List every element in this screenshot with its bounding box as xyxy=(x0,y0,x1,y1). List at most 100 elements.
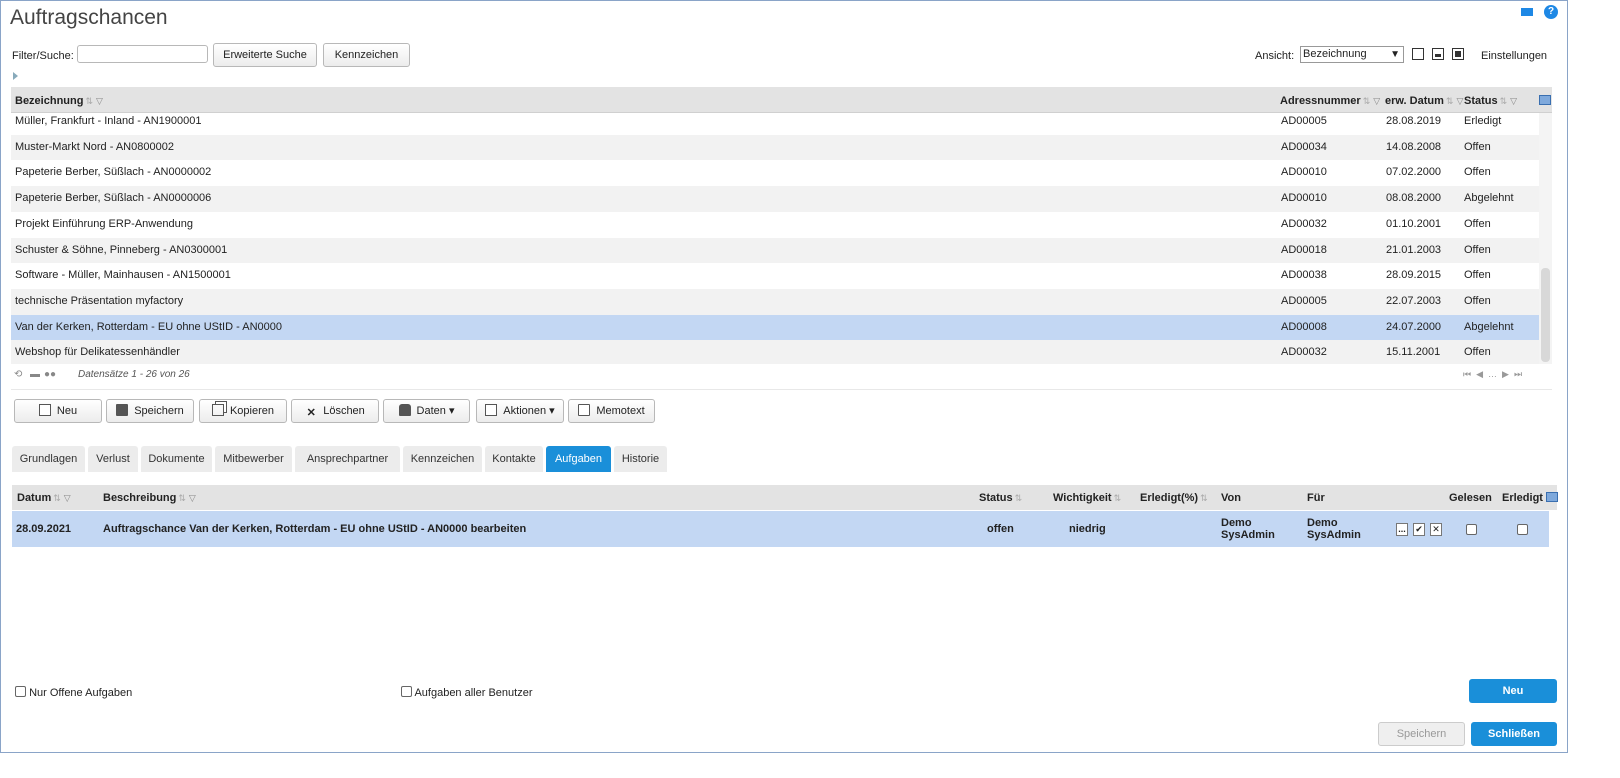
filter-input[interactable] xyxy=(77,45,208,63)
sort-icon[interactable]: ⇅ xyxy=(178,493,186,503)
tab-kontakte[interactable]: Kontakte xyxy=(485,446,543,472)
task-date: 28.09.2021 xyxy=(16,523,72,535)
cell-name: Papeterie Berber, Süßlach - AN0000002 xyxy=(15,166,212,179)
tags-button[interactable]: Kennzeichen xyxy=(323,43,410,67)
only-open-tasks-checkbox[interactable] xyxy=(15,686,26,697)
tab-aufgaben[interactable]: Aufgaben xyxy=(546,446,611,472)
sort-icon[interactable]: ⇅ xyxy=(1200,493,1208,503)
actions-icon xyxy=(485,404,498,416)
export-icon[interactable]: ●● xyxy=(44,369,56,380)
task-done-checkbox[interactable] xyxy=(1517,524,1528,535)
task-col-status[interactable]: Status ⇅ xyxy=(979,492,1022,504)
table-row-selected[interactable]: Van der Kerken, Rotterdam - EU ohne UStI… xyxy=(11,314,1539,341)
task-col-date[interactable]: Datum ⇅ ▽ xyxy=(17,492,71,504)
print-icon[interactable]: ▬ xyxy=(30,369,40,380)
sort-icon[interactable]: ⇅ xyxy=(1363,96,1371,106)
task-reject-button[interactable]: ✕ xyxy=(1430,523,1442,536)
filter-icon[interactable]: ▽ xyxy=(1510,96,1517,106)
table-row[interactable]: Schuster & Söhne, Pinneberg - AN0300001 … xyxy=(11,237,1539,264)
new-button[interactable]: Neu xyxy=(14,399,102,423)
task-col-done[interactable]: Erledigt xyxy=(1502,492,1543,504)
task-col-read[interactable]: Gelesen xyxy=(1449,492,1492,504)
cell-status: Abgelehnt xyxy=(1464,192,1514,205)
refresh-icon[interactable]: ⟲ xyxy=(14,369,22,380)
table-row[interactable]: Software - Müller, Mainhausen - AN150000… xyxy=(11,263,1539,289)
task-col-from[interactable]: Von xyxy=(1221,492,1241,504)
tab-historie[interactable]: Historie xyxy=(614,446,667,472)
col-address-header[interactable]: Adressnummer ⇅ ▽ xyxy=(1280,95,1380,107)
copy-button[interactable]: Kopieren xyxy=(199,399,287,423)
cell-date: 08.08.2000 xyxy=(1386,192,1442,205)
cell-address: AD00038 xyxy=(1281,269,1327,282)
tab-verlust[interactable]: Verlust xyxy=(88,446,138,472)
memo-button[interactable]: Memotext xyxy=(568,399,655,423)
data-menu-button[interactable]: Daten ▾ xyxy=(383,399,470,423)
only-open-tasks-option[interactable]: Nur Offene Aufgaben xyxy=(15,686,132,699)
expand-arrow-icon[interactable] xyxy=(13,72,18,80)
actions-menu-button[interactable]: Aktionen ▾ xyxy=(476,399,564,423)
filter-icon[interactable]: ▽ xyxy=(64,493,71,503)
column-chooser-icon[interactable] xyxy=(1539,95,1551,105)
cell-name: Papeterie Berber, Süßlach - AN0000006 xyxy=(15,192,212,205)
pager[interactable]: ⏮◀…▶⏭ xyxy=(1463,369,1527,380)
tab-dokumente[interactable]: Dokumente xyxy=(141,446,212,472)
help-icon[interactable]: ? xyxy=(1544,5,1558,19)
filter-icon[interactable]: ▽ xyxy=(189,493,196,503)
mail-icon[interactable] xyxy=(1520,5,1534,19)
sort-icon[interactable]: ⇅ xyxy=(85,96,93,106)
cell-address: AD00032 xyxy=(1281,346,1327,359)
col-name-header[interactable]: Bezeichnung ⇅ ▽ xyxy=(15,95,103,107)
layout-single-icon[interactable] xyxy=(1412,48,1424,60)
column-chooser-icon[interactable] xyxy=(1546,492,1558,502)
table-row[interactable]: Projekt Einführung ERP-Anwendung AD00032… xyxy=(11,212,1539,238)
advanced-search-button[interactable]: Erweiterte Suche xyxy=(213,43,317,67)
grid-scrollbar-thumb[interactable] xyxy=(1541,268,1550,362)
task-col-description[interactable]: Beschreibung ⇅ ▽ xyxy=(103,492,196,504)
settings-link[interactable]: Einstellungen xyxy=(1481,50,1547,62)
sort-icon[interactable]: ⇅ xyxy=(1446,96,1454,106)
save-button[interactable]: Speichern xyxy=(106,399,194,423)
delete-button-label: Löschen xyxy=(323,405,365,417)
task-complete-button[interactable]: ✔ xyxy=(1413,523,1425,536)
sort-icon[interactable]: ⇅ xyxy=(1114,493,1122,503)
table-row[interactable]: technische Präsentation myfactory AD0000… xyxy=(11,288,1539,315)
cell-name: Projekt Einführung ERP-Anwendung xyxy=(15,217,193,230)
all-users-tasks-checkbox[interactable] xyxy=(401,686,412,697)
task-row[interactable]: 28.09.2021 Auftragschance Van der Kerken… xyxy=(12,511,1549,547)
all-users-tasks-option[interactable]: Aufgaben aller Benutzer xyxy=(401,686,532,699)
col-status-header[interactable]: Status ⇅ ▽ xyxy=(1464,95,1517,107)
tab-grundlagen[interactable]: Grundlagen xyxy=(12,446,85,472)
table-row[interactable]: Webshop für Delikatessenhändler AD00032 … xyxy=(11,340,1539,364)
col-name-label: Bezeichnung xyxy=(15,95,84,107)
tab-mitbewerber[interactable]: Mitbewerber xyxy=(215,446,292,472)
footer-save-button[interactable]: Speichern xyxy=(1378,722,1465,746)
filter-icon[interactable]: ▽ xyxy=(1373,96,1380,106)
sort-icon[interactable]: ⇅ xyxy=(1015,493,1023,503)
sort-icon[interactable]: ⇅ xyxy=(53,493,61,503)
task-more-button[interactable]: ... xyxy=(1396,523,1408,536)
task-new-button[interactable]: Neu xyxy=(1469,679,1557,703)
task-col-priority[interactable]: Wichtigkeit ⇅ xyxy=(1053,492,1121,504)
cell-address: AD00034 xyxy=(1281,140,1327,153)
sort-icon[interactable]: ⇅ xyxy=(1500,96,1508,106)
table-row[interactable]: Müller, Frankfurt - Inland - AN1900001 A… xyxy=(11,113,1539,135)
filter-icon[interactable]: ▽ xyxy=(96,96,103,106)
tab-ansprechpartner[interactable]: Ansprechpartner xyxy=(295,446,400,472)
filter-icon[interactable]: ▽ xyxy=(1456,96,1463,106)
cell-address: AD00010 xyxy=(1281,166,1327,179)
view-select[interactable]: Bezeichnung ▼ xyxy=(1300,46,1404,63)
layout-full-icon[interactable] xyxy=(1452,48,1464,60)
task-read-checkbox[interactable] xyxy=(1466,524,1477,535)
table-row[interactable]: Papeterie Berber, Süßlach - AN0000002 AD… xyxy=(11,160,1539,186)
table-row[interactable]: Papeterie Berber, Süßlach - AN0000006 AD… xyxy=(11,186,1539,212)
task-col-for[interactable]: Für xyxy=(1307,492,1325,504)
tab-kennzeichen[interactable]: Kennzeichen xyxy=(403,446,482,472)
layout-split-icon[interactable] xyxy=(1432,48,1444,60)
table-row[interactable]: Muster-Markt Nord - AN0800002 AD00034 14… xyxy=(11,134,1539,161)
close-button[interactable]: Schließen xyxy=(1471,722,1557,746)
delete-button[interactable]: ✕ Löschen xyxy=(291,399,379,423)
cell-date: 22.07.2003 xyxy=(1386,294,1442,307)
task-col-done-pct[interactable]: Erledigt(%) ⇅ xyxy=(1140,492,1208,504)
task-col-priority-label: Wichtigkeit xyxy=(1053,492,1112,504)
col-date-header[interactable]: erw. Datum ⇅ ▽ xyxy=(1385,95,1463,107)
